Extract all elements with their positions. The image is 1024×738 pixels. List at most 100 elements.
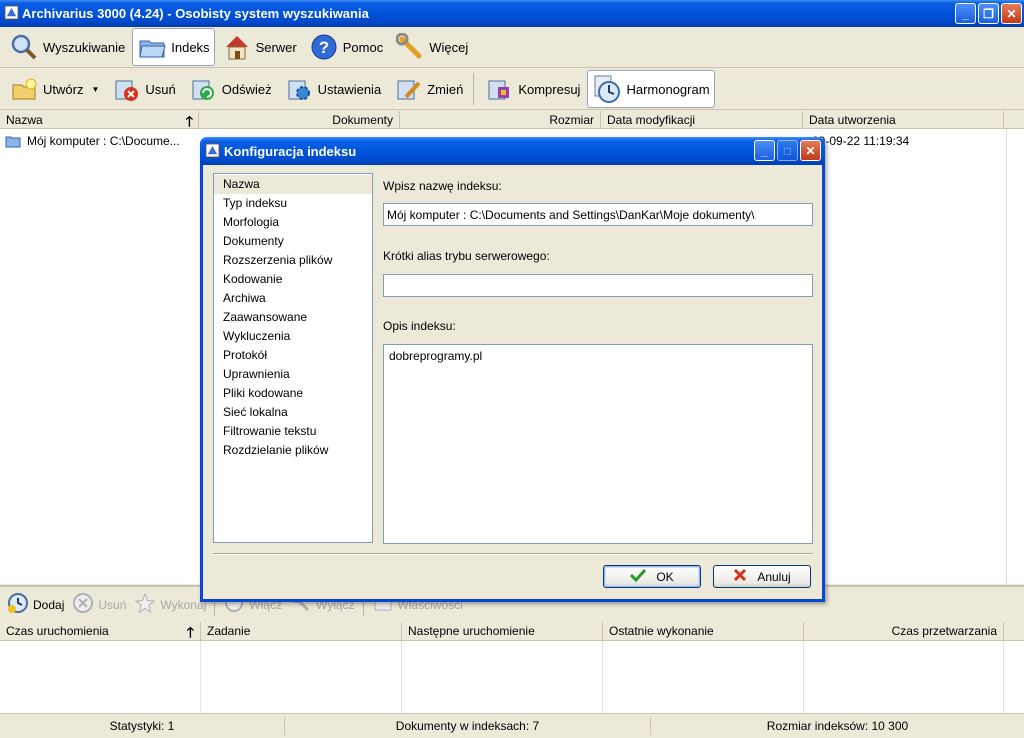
dialog-titlebar[interactable]: Konfiguracja indeksu _ □ ✕ (200, 137, 825, 165)
tab-label: Pomoc (342, 39, 384, 55)
index-icon (5, 134, 21, 148)
column-header-modified[interactable]: Data modyfikacji (601, 111, 803, 128)
nav-item-nazwa[interactable]: Nazwa (214, 175, 372, 194)
nav-item-filtrowanie[interactable]: Filtrowanie tekstu (214, 422, 372, 441)
column-header-task[interactable]: Zadanie (201, 622, 402, 640)
restore-button[interactable]: ❐ (978, 3, 999, 24)
vertical-scrollbar[interactable] (1006, 129, 1024, 584)
action-label: Zmień (427, 81, 464, 97)
run-task-button[interactable]: Wykonaj (131, 592, 209, 617)
restore-icon: ❐ (983, 6, 994, 21)
schedule-button[interactable]: Harmonogram (587, 70, 715, 108)
tab-indeks[interactable]: Indeks (132, 28, 215, 66)
column-header-size[interactable]: Rozmiar (400, 111, 601, 128)
nav-item-rozszerzenia[interactable]: Rozszerzenia plików (214, 251, 372, 270)
tab-label: Więcej (429, 39, 469, 55)
create-index-button[interactable]: Utwórz ▼ (4, 71, 104, 107)
nav-item-siec-lokalna[interactable]: Sieć lokalna (214, 403, 372, 422)
column-header-start-time[interactable]: Czas uruchomienia 🡑 (0, 622, 201, 640)
close-button[interactable]: ✕ (1001, 3, 1022, 24)
alias-field[interactable] (383, 274, 813, 297)
minimize-icon: _ (962, 6, 969, 21)
action-label: Usuń (145, 81, 176, 97)
settings-index-button[interactable]: Ustawienia (279, 71, 387, 107)
cancel-button[interactable]: Anuluj (713, 565, 811, 588)
config-section-list[interactable]: Nazwa Typ indeksu Morfologia Dokumenty R… (213, 173, 373, 543)
edit-index-button[interactable]: Zmień (388, 71, 468, 107)
tab-wiecej[interactable]: Więcej (390, 28, 473, 66)
index-config-dialog: Konfiguracja indeksu _ □ ✕ Nazwa Typ ind… (200, 137, 825, 602)
schedule-list[interactable] (0, 641, 1024, 713)
nav-item-archiwa[interactable]: Archiwa (214, 289, 372, 308)
column-divider (200, 641, 201, 713)
column-header-next-run[interactable]: Następne uruchomienie (402, 622, 603, 640)
add-task-button[interactable]: Dodaj (4, 592, 67, 617)
nav-item-typ-indeksu[interactable]: Typ indeksu (214, 194, 372, 213)
nav-item-uprawnienia[interactable]: Uprawnienia (214, 365, 372, 384)
schedule-list-header: Czas uruchomienia 🡑 Zadanie Następne uru… (0, 622, 1024, 641)
column-divider (803, 641, 804, 713)
nav-item-protokol[interactable]: Protokół (214, 346, 372, 365)
column-header-created[interactable]: Data utworzenia (803, 111, 1004, 128)
tab-label: Serwer (255, 39, 297, 55)
tab-wyszukiwanie[interactable]: Wyszukiwanie (4, 28, 130, 66)
minimize-button[interactable]: _ (754, 140, 775, 161)
cancel-x-icon (733, 568, 747, 585)
clock-icon (592, 74, 622, 104)
ok-button[interactable]: OK (603, 565, 701, 588)
compress-index-icon (484, 74, 514, 104)
create-index-icon (9, 74, 39, 104)
refresh-index-icon (188, 74, 218, 104)
sort-arrow-icon: 🡑 (185, 113, 193, 128)
nav-item-morfologia[interactable]: Morfologia (214, 213, 372, 232)
column-header-processing-time[interactable]: Czas przetwarzania (804, 622, 1004, 640)
chevron-down-icon[interactable]: ▼ (91, 85, 99, 94)
action-label: Kompresuj (518, 81, 581, 97)
index-name-label: Wpisz nazwę indeksu: (383, 179, 502, 193)
index-list-header: Nazwa 🡑 Dokumenty Rozmiar Data modyfikac… (0, 111, 1024, 129)
nav-item-kodowanie[interactable]: Kodowanie (214, 270, 372, 289)
tab-label: Indeks (171, 39, 210, 55)
column-header-name[interactable]: Nazwa 🡑 (0, 111, 199, 128)
wrench-icon (395, 32, 425, 62)
column-header-last-run[interactable]: Ostatnie wykonanie (603, 622, 804, 640)
column-header-documents[interactable]: Dokumenty (199, 111, 400, 128)
window-titlebar[interactable]: Archivarius 3000 (4.24) - Osobisty syste… (0, 0, 1024, 27)
action-label: Utwórz (43, 81, 84, 97)
remove-task-icon (72, 592, 94, 617)
index-name-field[interactable] (383, 203, 813, 226)
toolbar-separator (473, 73, 475, 105)
nav-item-wykluczenia[interactable]: Wykluczenia (214, 327, 372, 346)
nav-item-pliki-kodowane[interactable]: Pliki kodowane (214, 384, 372, 403)
nav-item-rozdzielanie[interactable]: Rozdzielanie plików (214, 441, 372, 460)
checkmark-icon (630, 568, 647, 585)
close-button[interactable]: ✕ (800, 140, 821, 161)
action-label: Harmonogram (626, 81, 710, 97)
index-created-cell: 09-09-22 11:19:34 (812, 134, 910, 148)
column-divider (1003, 641, 1004, 713)
action-label: Odśwież (221, 81, 272, 97)
tab-label: Wyszukiwanie (43, 39, 126, 55)
index-toolbar: Utwórz ▼ Usuń Odśwież Ustawienia Zmień K… (0, 69, 1024, 110)
window-controls: _ ❐ ✕ (955, 3, 1022, 24)
minimize-button[interactable]: _ (955, 3, 976, 24)
minimize-icon: _ (761, 143, 768, 158)
index-name-cell: Mój komputer : C:\Docume... (27, 134, 180, 148)
nav-item-dokumenty[interactable]: Dokumenty (214, 232, 372, 251)
app-icon (4, 5, 19, 20)
help-icon: ? (309, 32, 339, 62)
action-label: Ustawienia (317, 81, 382, 97)
delete-index-button[interactable]: Usuń (106, 71, 180, 107)
svg-text:?: ? (319, 38, 329, 57)
nav-item-zaawansowane[interactable]: Zaawansowane (214, 308, 372, 327)
compress-index-button[interactable]: Kompresuj (479, 71, 585, 107)
app-icon (205, 143, 220, 158)
alias-label: Krótki alias trybu serwerowego: (383, 249, 550, 263)
maximize-button[interactable]: □ (777, 140, 798, 161)
tab-pomoc[interactable]: ? Pomoc (304, 28, 388, 66)
remove-task-button[interactable]: Usuń (69, 592, 129, 617)
tab-serwer[interactable]: Serwer (217, 28, 302, 66)
description-field[interactable]: dobreprogramy.pl (383, 344, 813, 544)
refresh-index-button[interactable]: Odśwież (183, 71, 277, 107)
window-title: Archivarius 3000 (4.24) - Osobisty syste… (22, 6, 369, 21)
